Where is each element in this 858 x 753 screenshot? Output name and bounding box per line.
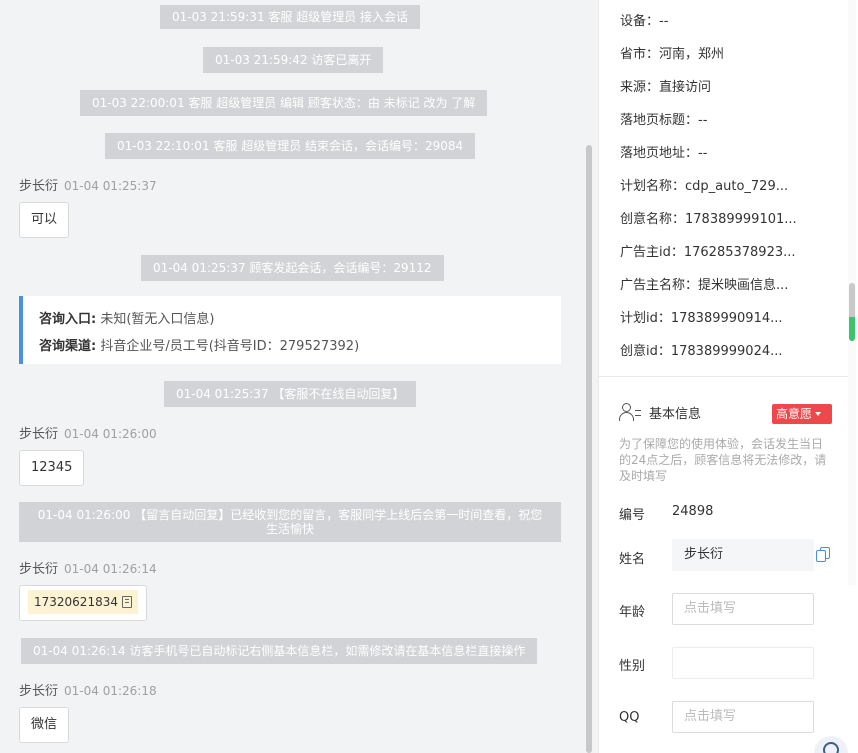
- entry-label: 咨询入口:: [39, 312, 97, 327]
- message-meta: 步长衍 01-04 01:25:37: [19, 178, 157, 195]
- message-time: 01-04 01:26:14: [64, 562, 157, 576]
- visitor-name: 步长衍: [19, 562, 59, 577]
- qq-input[interactable]: 点击填写: [672, 701, 814, 733]
- intent-dropdown[interactable]: 高意愿: [772, 404, 832, 424]
- visitor-message-bubble: 可以: [19, 202, 70, 238]
- system-message: 01-03 22:10:01 客服 超级管理员 结束会话，会话编号：29084: [105, 133, 476, 159]
- visitor-name: 步长衍: [19, 179, 59, 194]
- age-input[interactable]: 点击填写: [672, 593, 814, 625]
- entry-value: 未知(暂无入口信息): [100, 312, 215, 327]
- system-message: 01-04 01:25:37 【客服不在线自动回复】: [164, 381, 417, 407]
- message-meta: 步长衍 01-04 01:26:14: [19, 561, 157, 578]
- visitor-message-bubble: 12345: [19, 450, 85, 486]
- caret-down-icon: [815, 412, 822, 416]
- visitor-name: 步长衍: [19, 684, 59, 699]
- gender-select[interactable]: [672, 647, 814, 679]
- qq-label: QQ: [619, 710, 640, 725]
- message-time: 01-04 01:25:37: [64, 179, 157, 193]
- age-label: 年龄: [619, 605, 646, 620]
- section-divider: [599, 376, 851, 377]
- landing-url-field: 落地页地址：--: [620, 146, 708, 161]
- system-message: 01-04 01:26:00 【留言自动回复】已经收到您的留言，客服同学上线后会…: [19, 502, 561, 542]
- id-label: 编号: [619, 508, 646, 523]
- visitor-message-bubble: 微信: [19, 707, 70, 743]
- message-time: 01-04 01:26:18: [64, 684, 157, 698]
- plan-id-field: 计划id：178389990914...: [620, 311, 783, 326]
- system-message: 01-03 22:00:01 客服 超级管理员 编辑 顾客状态：由 未标记 改为…: [80, 90, 488, 116]
- name-field[interactable]: 步长衍: [672, 539, 814, 571]
- name-label: 姓名: [619, 552, 646, 567]
- chat-scrollbar[interactable]: [586, 145, 592, 753]
- basic-info-header: 基本信息: [619, 402, 701, 422]
- person-list-icon: [619, 402, 641, 422]
- visitor-name: 步长衍: [19, 427, 59, 442]
- chat-panel: 01-03 21:59:31 客服 超级管理员 接入会话 01-03 21:59…: [0, 0, 598, 753]
- plan-name-field: 计划名称：cdp_auto_729...: [620, 179, 789, 194]
- info-scrollbar[interactable]: [849, 283, 855, 341]
- region-field: 省市：河南，郑州: [620, 47, 725, 62]
- copy-icon[interactable]: [121, 596, 132, 608]
- gender-label: 性别: [619, 659, 646, 674]
- channel-label: 咨询渠道:: [39, 339, 97, 354]
- intent-label: 高意愿: [776, 407, 813, 421]
- scrollbar-indicator: [849, 317, 855, 341]
- phone-message-bubble: 17320621834: [19, 585, 147, 621]
- visitor-info-panel: 设备：-- 省市：河南，郑州 来源：直接访问 落地页标题：-- 落地页地址：--…: [598, 0, 858, 753]
- device-field: 设备：--: [620, 14, 669, 29]
- message-time: 01-04 01:26:00: [64, 427, 157, 441]
- advertiser-name-field: 广告主名称：提米映画信息...: [620, 278, 789, 293]
- id-value: 24898: [672, 504, 714, 519]
- edit-notice: 为了保障您的使用体验，会话发生当日的24点之后，顾客信息将无法修改，请及时填写: [619, 437, 827, 483]
- message-meta: 步长衍 01-04 01:26:00: [19, 426, 157, 443]
- system-message: 01-03 21:59:42 访客已离开: [203, 47, 384, 73]
- creative-id-field: 创意id：178389999024...: [620, 344, 783, 359]
- advertiser-id-field: 广告主id：176285378923...: [620, 245, 796, 260]
- channel-value: 抖音企业号/员工号(抖音号ID：279527392): [100, 339, 360, 354]
- system-message: 01-03 21:59:31 客服 超级管理员 接入会话: [160, 5, 421, 29]
- entry-info-card: 咨询入口: 未知(暂无入口信息) 咨询渠道: 抖音企业号/员工号(抖音号ID：2…: [19, 296, 561, 364]
- source-field: 来源：直接访问: [620, 80, 712, 95]
- phone-number: 17320621834: [34, 595, 118, 609]
- copy-icon[interactable]: [816, 547, 830, 563]
- creative-name-field: 创意名称：178389999101...: [620, 212, 797, 227]
- basic-info-title: 基本信息: [649, 406, 702, 422]
- system-message: 01-04 01:26:14 访客手机号已自动标记右侧基本信息栏，如需修改请在基…: [21, 638, 538, 664]
- message-meta: 步长衍 01-04 01:26:18: [19, 683, 157, 700]
- landing-title-field: 落地页标题：--: [620, 113, 708, 128]
- phone-number-chip[interactable]: 17320621834: [28, 590, 138, 614]
- system-message: 01-04 01:25:37 顾客发起会话，会话编号：29112: [141, 255, 444, 281]
